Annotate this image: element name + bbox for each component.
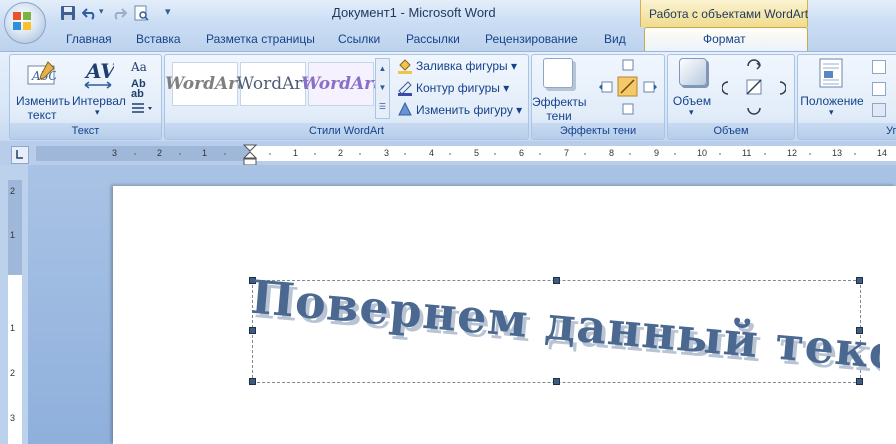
- svg-text:AV: AV: [84, 59, 114, 83]
- shape-outline-label: Контур фигуры: [416, 81, 500, 95]
- styles-gallery-scroll[interactable]: ▲ ▼ ☰: [375, 58, 390, 119]
- volume-button[interactable]: Объем: [672, 94, 712, 108]
- position-icon[interactable]: [818, 58, 844, 88]
- bring-to-front-icon[interactable]: [872, 60, 886, 74]
- tab-selector-icon[interactable]: [11, 146, 29, 164]
- wordart-style-1[interactable]: WordArt: [165, 62, 245, 106]
- spacing-dropdown-icon[interactable]: ▾: [95, 107, 100, 118]
- change-shape-icon: [398, 101, 412, 116]
- shape-fill-button[interactable]: Заливка фигуры ▾: [416, 59, 517, 73]
- shadow-nudge-icon[interactable]: [598, 58, 658, 116]
- align-text-icon[interactable]: [131, 102, 155, 114]
- wordart-style-3[interactable]: WordArt: [301, 62, 381, 106]
- group-wordart-styles-label: Стили WordArt: [165, 123, 528, 139]
- save-icon[interactable]: [60, 5, 76, 21]
- context-tab-header: Работа с объектами WordArt: [640, 0, 808, 27]
- tab-page-layout[interactable]: Разметка страницы: [206, 32, 315, 46]
- tilt-controls-icon[interactable]: [722, 58, 786, 118]
- vertical-text-icon[interactable]: Ab ab: [131, 79, 146, 100]
- vruler-tick: 3: [10, 413, 16, 423]
- tab-format[interactable]: Формат: [703, 32, 746, 46]
- tab-references[interactable]: Ссылки: [338, 32, 380, 46]
- tab-home[interactable]: Главная: [66, 32, 112, 46]
- tab-mailings[interactable]: Рассылки: [406, 32, 460, 46]
- group-shadow-effects-label: Эффекты тени: [532, 123, 664, 139]
- customize-toolbar-icon[interactable]: ▾: [165, 5, 171, 18]
- group-text-label: Текст: [10, 123, 161, 139]
- undo-dropdown-icon[interactable]: ▾: [99, 6, 104, 17]
- tab-review[interactable]: Рецензирование: [485, 32, 578, 46]
- vruler-tick: 1: [10, 323, 16, 333]
- position-button[interactable]: Положение: [800, 94, 864, 108]
- group-volume-label: Объем: [668, 123, 794, 139]
- spacing-icon[interactable]: AV: [82, 58, 114, 90]
- window-title: Документ1 - Microsoft Word: [332, 5, 496, 20]
- context-tab-title: Работа с объектами WordArt: [649, 7, 809, 21]
- edit-text-icon[interactable]: AbC: [26, 60, 56, 88]
- position-dropdown-icon[interactable]: ▾: [829, 107, 834, 118]
- wordart-text-object[interactable]: Повернем данный текст. Повернем данный т…: [240, 262, 880, 392]
- office-logo-icon: [13, 12, 31, 30]
- shadow-effects-icon[interactable]: [543, 58, 573, 88]
- same-height-icon[interactable]: Aa: [131, 60, 147, 74]
- shape-outline-button[interactable]: Контур фигуры ▾: [416, 81, 509, 95]
- shape-fill-label: Заливка фигуры: [416, 59, 508, 73]
- vruler-tick: 2: [10, 186, 16, 196]
- wordart-text: Повернем данный текст.: [249, 270, 880, 384]
- volume-icon[interactable]: [679, 58, 707, 86]
- tab-insert[interactable]: Вставка: [136, 32, 181, 46]
- text-wrap-icon[interactable]: [872, 103, 886, 117]
- send-to-back-icon[interactable]: [872, 82, 886, 96]
- redo-icon[interactable]: [111, 5, 127, 21]
- spacing-button[interactable]: Интервал: [72, 94, 126, 108]
- shadow-effects-button[interactable]: Эффекты тени: [532, 95, 587, 123]
- vruler-tick: 2: [10, 368, 16, 378]
- ruler-tick: 3: [112, 148, 118, 158]
- tab-view[interactable]: Вид: [604, 32, 626, 46]
- group-arrange-label: Уп: [798, 123, 896, 139]
- print-preview-icon[interactable]: [133, 5, 149, 21]
- wordart-style-2[interactable]: WordArt: [237, 62, 309, 106]
- change-shape-button[interactable]: Изменить фигуру ▾: [416, 103, 522, 117]
- change-shape-label: Изменить фигуру: [416, 103, 513, 117]
- ruler-minor-ticks: [134, 153, 856, 155]
- shape-outline-icon: [398, 81, 412, 96]
- undo-icon[interactable]: [82, 5, 98, 21]
- shape-fill-icon: [398, 59, 412, 74]
- vruler-tick: 1: [10, 230, 16, 240]
- volume-dropdown-icon[interactable]: ▾: [689, 107, 694, 118]
- edit-text-button[interactable]: Изменить текст: [16, 94, 70, 122]
